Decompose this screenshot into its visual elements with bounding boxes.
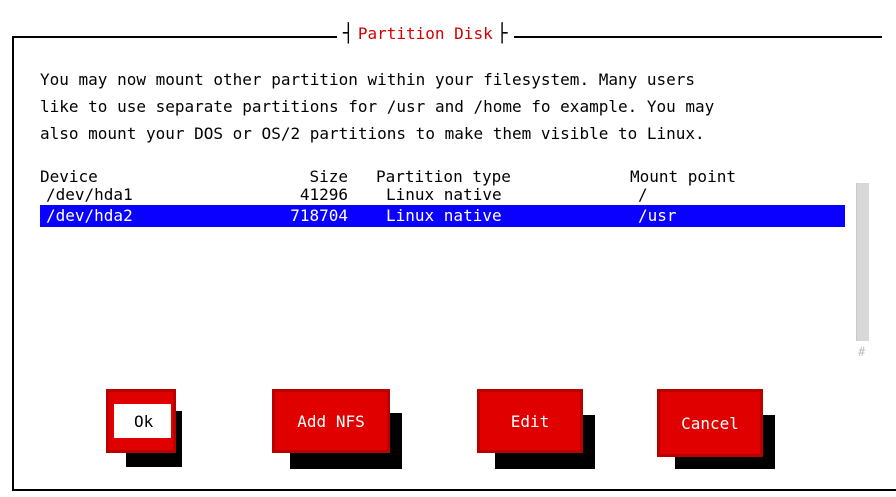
dialog-bottom-border — [12, 489, 896, 491]
header-device: Device — [40, 167, 98, 186]
dialog-message: You may now mount other partition within… — [40, 70, 715, 143]
cancel-button[interactable]: Cancel — [657, 389, 763, 457]
ok-button-group: Ok — [106, 389, 186, 477]
edit-button[interactable]: Edit — [477, 389, 583, 453]
title-right-bracket: ├ — [496, 22, 508, 44]
ok-button-label: Ok — [114, 404, 171, 438]
list-scrollbar[interactable]: # — [856, 183, 869, 373]
row-mount-point: /usr — [638, 206, 677, 225]
edit-button-group: Edit — [477, 389, 599, 479]
row-size: 718704 — [290, 206, 348, 225]
add-nfs-button[interactable]: Add NFS — [272, 389, 390, 453]
partition-row-selected[interactable]: /dev/hda2 718704 Linux native /usr — [40, 205, 845, 227]
add-nfs-button-group: Add NFS — [272, 389, 407, 479]
partition-disk-dialog: ┤ Partition Disk ├ You may now mount oth… — [0, 0, 896, 497]
row-mount-point: / — [638, 185, 648, 204]
dialog-title: Partition Disk — [357, 23, 493, 43]
row-device: /dev/hda1 — [46, 185, 133, 204]
edit-button-label: Edit — [510, 411, 550, 431]
header-mount-point: Mount point — [630, 167, 736, 186]
partition-list[interactable]: Device Size Partition type Mount point /… — [40, 168, 848, 368]
title-left-bracket: ┤ — [343, 22, 354, 44]
row-device: /dev/hda2 — [46, 206, 133, 225]
cancel-button-label: Cancel — [681, 413, 739, 433]
header-size: Size — [309, 167, 348, 186]
ok-button[interactable]: Ok — [106, 389, 176, 453]
row-partition-type: Linux native — [386, 185, 502, 204]
partition-row[interactable]: /dev/hda1 41296 Linux native / — [40, 186, 848, 204]
row-size: 41296 — [299, 185, 348, 204]
add-nfs-button-label: Add NFS — [297, 411, 365, 431]
header-partition-type: Partition type — [376, 167, 511, 186]
scrollbar-thumb[interactable] — [856, 183, 869, 341]
row-partition-type: Linux native — [386, 206, 502, 225]
dialog-title-bar: ┤ Partition Disk ├ — [337, 20, 514, 46]
scrollbar-mark: # — [858, 345, 866, 359]
cancel-button-group: Cancel — [657, 389, 782, 479]
partition-list-header: Device Size Partition type Mount point — [40, 168, 848, 186]
